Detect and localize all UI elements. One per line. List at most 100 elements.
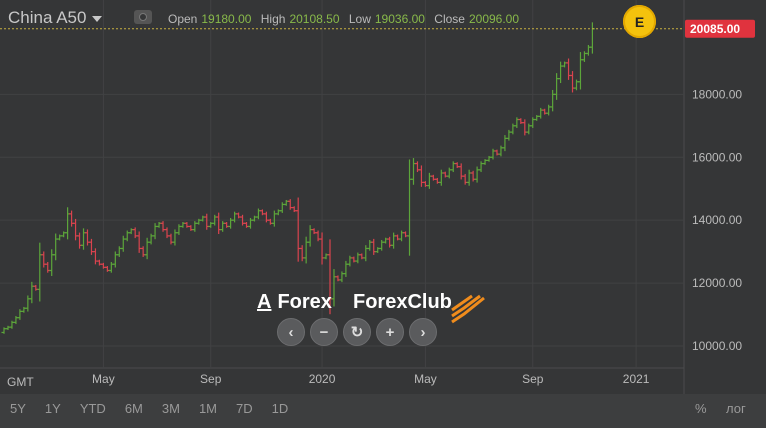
ohlc-bar	[53, 233, 59, 261]
percent-scale-button[interactable]: %	[695, 401, 707, 416]
ohlc-bar	[299, 245, 305, 262]
ohlc-bar	[418, 165, 424, 187]
high-label: High	[260, 12, 286, 26]
ohlc-bar	[69, 210, 75, 227]
x-axis: May Sep 2020 May Sep 2021 GMT	[7, 372, 650, 389]
ohlc-bar	[343, 260, 349, 277]
ohlc-bar	[5, 325, 11, 331]
aforex-logo: A Forex	[257, 291, 332, 314]
ohlc-bar	[319, 232, 325, 265]
ohlc-bar	[554, 73, 560, 100]
open-value: 19180.00	[201, 12, 252, 26]
range-button-6m[interactable]: 6M	[125, 401, 143, 416]
ohlc-bar	[307, 225, 313, 247]
ohlc-bar	[577, 52, 583, 90]
ohlc-bar	[65, 207, 71, 240]
range-toolbar: 5Y 1Y YTD 6M 3M 1M 7D 1D % лог	[0, 394, 766, 428]
ohlc-bar	[92, 248, 98, 265]
y-tick-label: 14000.00	[692, 213, 742, 227]
range-button-1y[interactable]: 1Y	[45, 401, 61, 416]
ohlc-bar	[88, 238, 94, 255]
x-tick-label: May	[92, 372, 115, 386]
event-badge[interactable]: E	[623, 5, 656, 38]
ohlc-bar	[502, 135, 508, 152]
ohlc-bar	[570, 71, 576, 93]
close-label: Close	[434, 12, 465, 26]
ohlc-bar	[271, 210, 277, 227]
scroll-left-button[interactable]: ‹	[277, 318, 305, 346]
ohlc-bar	[550, 89, 556, 112]
range-button-3m[interactable]: 3M	[162, 401, 180, 416]
x-tick-label: Sep	[200, 372, 222, 386]
ohlc-bar	[25, 295, 31, 312]
ohlc-bar	[29, 281, 35, 304]
ohlc-bar	[522, 119, 528, 136]
ohlc-bar	[136, 231, 142, 253]
ohlc-bar	[77, 232, 83, 249]
log-scale-button[interactable]: лог	[726, 401, 746, 416]
ohlc-bar	[566, 58, 572, 80]
close-value: 20096.00	[468, 12, 520, 26]
x-tick-label: May	[414, 372, 437, 386]
y-tick-label: 16000.00	[692, 150, 742, 164]
ohlc-bar	[84, 229, 90, 246]
range-button-ytd[interactable]: YTD	[80, 401, 106, 416]
ohlc-bar	[426, 172, 432, 189]
eye-icon[interactable]	[134, 10, 152, 24]
ohlc-bar	[558, 61, 564, 84]
y-tick-label: 18000.00	[692, 87, 742, 101]
ohlc-bar	[303, 236, 309, 264]
y-tick-label: 12000.00	[692, 276, 742, 290]
low-label: Low	[348, 12, 371, 26]
ohlc-bars	[1, 22, 595, 334]
x-tick-label: Sep	[522, 372, 544, 386]
ohlc-bar	[144, 237, 150, 260]
zoom-out-button[interactable]: −	[310, 318, 338, 346]
high-value: 20108.50	[289, 12, 340, 26]
chevron-down-icon	[92, 16, 103, 22]
range-button-5y[interactable]: 5Y	[10, 401, 26, 416]
ohlc-bar	[81, 228, 87, 250]
ohlc-bar	[216, 212, 222, 235]
aforex-logo-mark: A	[257, 291, 272, 313]
scroll-right-button[interactable]: ›	[409, 318, 437, 346]
ohlc-bar	[331, 269, 337, 307]
ohlc-bar	[49, 249, 55, 276]
chart-nav-controls: ‹ − ↻ + ›	[277, 318, 437, 346]
ohlc-bar	[172, 229, 178, 246]
open-label: Open	[168, 12, 198, 26]
aforex-logo-text: Forex	[277, 291, 332, 313]
range-button-1m[interactable]: 1M	[199, 401, 217, 416]
ohlc-bar	[295, 197, 301, 262]
ohlc-bar	[407, 159, 413, 256]
x-tick-label: 2021	[623, 372, 650, 386]
y-tick-label: 10000.00	[692, 339, 742, 353]
low-value: 19036.00	[374, 12, 425, 26]
ohlc-bar	[112, 251, 118, 268]
ohlc-bar	[371, 238, 377, 255]
ohlc-readout: Open 19180.00 High 20108.50 Low 19036.00 Cl…	[168, 12, 525, 26]
ohlc-bar	[458, 163, 464, 180]
y-axis: 10000.00 12000.00 14000.00 16000.00 18000.00	[692, 87, 742, 353]
symbol-selector[interactable]: China A50	[8, 8, 103, 28]
range-button-7d[interactable]: 7D	[236, 401, 253, 416]
ohlc-bar	[410, 158, 416, 185]
zoom-in-button[interactable]: +	[376, 318, 404, 346]
x-tick-label: 2020	[309, 372, 336, 386]
forexclub-logo: ForexClub	[353, 291, 452, 313]
ohlc-bar	[438, 169, 444, 186]
reset-button[interactable]: ↻	[343, 318, 371, 346]
forexclub-stripes-icon	[451, 294, 485, 324]
ohlc-bar	[37, 242, 43, 302]
range-button-1d[interactable]: 1D	[272, 401, 289, 416]
ohlc-bar	[466, 169, 472, 186]
range-buttons: 5Y 1Y YTD 6M 3M 1M 7D 1D	[10, 401, 307, 416]
ohlc-bar	[120, 235, 126, 252]
ohlc-bar	[363, 245, 369, 262]
symbol-name: China A50	[8, 8, 87, 27]
ohlc-bar	[73, 218, 79, 241]
ohlc-bar	[204, 213, 210, 230]
ohlc-bar	[41, 251, 47, 268]
ohlc-bar	[152, 223, 158, 240]
timezone-label: GMT	[7, 375, 34, 389]
